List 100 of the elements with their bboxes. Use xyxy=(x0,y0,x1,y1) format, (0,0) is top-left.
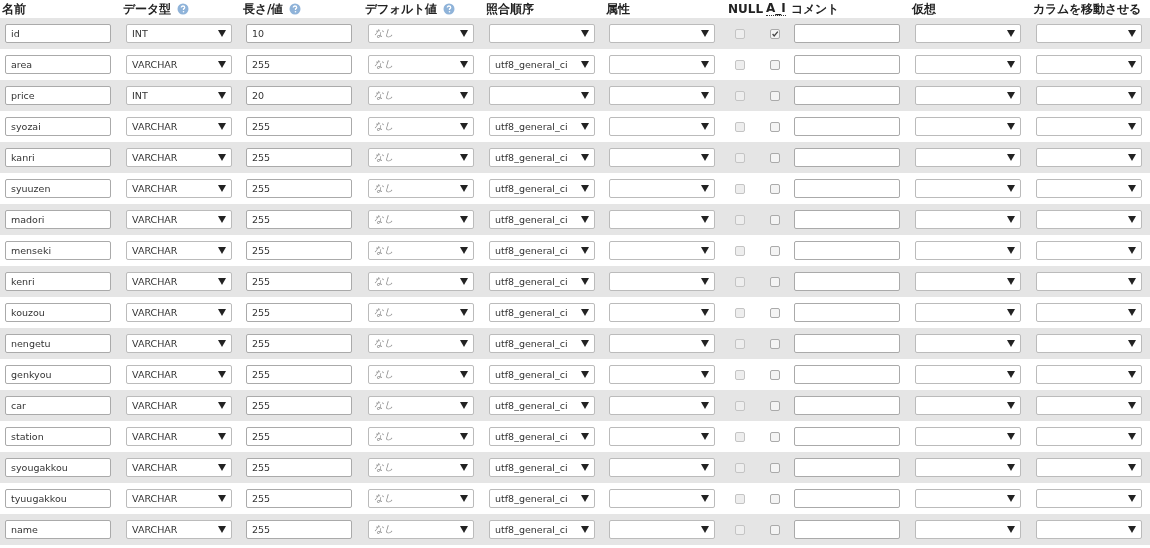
default-dropdown[interactable]: なし xyxy=(368,272,474,291)
collation-dropdown[interactable]: utf8_general_ci xyxy=(489,179,595,198)
default-dropdown[interactable]: なし xyxy=(368,520,474,539)
name-field[interactable]: car xyxy=(5,396,111,415)
null-checkbox[interactable] xyxy=(735,493,745,504)
type-dropdown[interactable]: VARCHAR xyxy=(126,55,232,74)
null-checkbox[interactable] xyxy=(735,214,745,225)
type-dropdown[interactable]: INT xyxy=(126,24,232,43)
null-checkbox[interactable] xyxy=(735,28,745,39)
move-column-dropdown[interactable] xyxy=(1036,210,1142,229)
attribute-dropdown[interactable] xyxy=(609,489,715,508)
length-field[interactable]: 20 xyxy=(246,86,352,105)
name-field[interactable]: id xyxy=(5,24,111,43)
default-dropdown[interactable]: なし xyxy=(368,334,474,353)
comment-field[interactable] xyxy=(794,210,900,229)
collation-dropdown[interactable]: utf8_general_ci xyxy=(489,427,595,446)
default-dropdown[interactable]: なし xyxy=(368,210,474,229)
auto-increment-checkbox[interactable] xyxy=(770,245,780,256)
name-field[interactable]: genkyou xyxy=(5,365,111,384)
move-column-dropdown[interactable] xyxy=(1036,55,1142,74)
name-field[interactable]: area xyxy=(5,55,111,74)
virtual-dropdown[interactable] xyxy=(915,396,1021,415)
length-field[interactable]: 255 xyxy=(246,520,352,539)
attribute-dropdown[interactable] xyxy=(609,334,715,353)
attribute-dropdown[interactable] xyxy=(609,117,715,136)
move-column-dropdown[interactable] xyxy=(1036,520,1142,539)
virtual-dropdown[interactable] xyxy=(915,458,1021,477)
collation-dropdown[interactable]: utf8_general_ci xyxy=(489,489,595,508)
attribute-dropdown[interactable] xyxy=(609,55,715,74)
auto-increment-checkbox[interactable] xyxy=(770,28,780,39)
auto-increment-checkbox[interactable] xyxy=(770,214,780,225)
null-checkbox[interactable] xyxy=(735,245,745,256)
comment-field[interactable] xyxy=(794,148,900,167)
move-column-dropdown[interactable] xyxy=(1036,117,1142,136)
comment-field[interactable] xyxy=(794,458,900,477)
type-dropdown[interactable]: INT xyxy=(126,86,232,105)
length-field[interactable]: 255 xyxy=(246,210,352,229)
move-column-dropdown[interactable] xyxy=(1036,24,1142,43)
length-field[interactable]: 255 xyxy=(246,427,352,446)
help-icon[interactable] xyxy=(443,3,455,15)
default-dropdown[interactable]: なし xyxy=(368,86,474,105)
comment-field[interactable] xyxy=(794,365,900,384)
virtual-dropdown[interactable] xyxy=(915,148,1021,167)
default-dropdown[interactable]: なし xyxy=(368,241,474,260)
default-dropdown[interactable]: なし xyxy=(368,427,474,446)
length-field[interactable]: 255 xyxy=(246,241,352,260)
null-checkbox[interactable] xyxy=(735,152,745,163)
auto-increment-checkbox[interactable] xyxy=(770,121,780,132)
virtual-dropdown[interactable] xyxy=(915,117,1021,136)
attribute-dropdown[interactable] xyxy=(609,241,715,260)
move-column-dropdown[interactable] xyxy=(1036,427,1142,446)
null-checkbox[interactable] xyxy=(735,431,745,442)
virtual-dropdown[interactable] xyxy=(915,86,1021,105)
auto-increment-checkbox[interactable] xyxy=(770,462,780,473)
auto-increment-checkbox[interactable] xyxy=(770,524,780,535)
comment-field[interactable] xyxy=(794,86,900,105)
auto-increment-checkbox[interactable] xyxy=(770,276,780,287)
auto-increment-checkbox[interactable] xyxy=(770,493,780,504)
name-field[interactable]: tyuugakkou xyxy=(5,489,111,508)
auto-increment-checkbox[interactable] xyxy=(770,369,780,380)
type-dropdown[interactable]: VARCHAR xyxy=(126,117,232,136)
length-field[interactable]: 255 xyxy=(246,148,352,167)
null-checkbox[interactable] xyxy=(735,276,745,287)
virtual-dropdown[interactable] xyxy=(915,210,1021,229)
length-field[interactable]: 255 xyxy=(246,396,352,415)
auto-increment-checkbox[interactable] xyxy=(770,152,780,163)
move-column-dropdown[interactable] xyxy=(1036,86,1142,105)
move-column-dropdown[interactable] xyxy=(1036,365,1142,384)
length-field[interactable]: 255 xyxy=(246,458,352,477)
attribute-dropdown[interactable] xyxy=(609,458,715,477)
attribute-dropdown[interactable] xyxy=(609,396,715,415)
length-field[interactable]: 10 xyxy=(246,24,352,43)
type-dropdown[interactable]: VARCHAR xyxy=(126,365,232,384)
length-field[interactable]: 255 xyxy=(246,303,352,322)
attribute-dropdown[interactable] xyxy=(609,427,715,446)
length-field[interactable]: 255 xyxy=(246,365,352,384)
name-field[interactable]: name xyxy=(5,520,111,539)
type-dropdown[interactable]: VARCHAR xyxy=(126,210,232,229)
collation-dropdown[interactable]: utf8_general_ci xyxy=(489,210,595,229)
type-dropdown[interactable]: VARCHAR xyxy=(126,241,232,260)
move-column-dropdown[interactable] xyxy=(1036,303,1142,322)
comment-field[interactable] xyxy=(794,179,900,198)
virtual-dropdown[interactable] xyxy=(915,55,1021,74)
collation-dropdown[interactable]: utf8_general_ci xyxy=(489,241,595,260)
default-dropdown[interactable]: なし xyxy=(368,117,474,136)
virtual-dropdown[interactable] xyxy=(915,179,1021,198)
comment-field[interactable] xyxy=(794,303,900,322)
name-field[interactable]: syuuzen xyxy=(5,179,111,198)
default-dropdown[interactable]: なし xyxy=(368,179,474,198)
default-dropdown[interactable]: なし xyxy=(368,489,474,508)
move-column-dropdown[interactable] xyxy=(1036,489,1142,508)
collation-dropdown[interactable]: utf8_general_ci xyxy=(489,117,595,136)
comment-field[interactable] xyxy=(794,55,900,74)
auto-increment-checkbox[interactable] xyxy=(770,59,780,70)
type-dropdown[interactable]: VARCHAR xyxy=(126,179,232,198)
type-dropdown[interactable]: VARCHAR xyxy=(126,489,232,508)
move-column-dropdown[interactable] xyxy=(1036,241,1142,260)
comment-field[interactable] xyxy=(794,241,900,260)
help-icon[interactable] xyxy=(289,3,302,15)
virtual-dropdown[interactable] xyxy=(915,24,1021,43)
